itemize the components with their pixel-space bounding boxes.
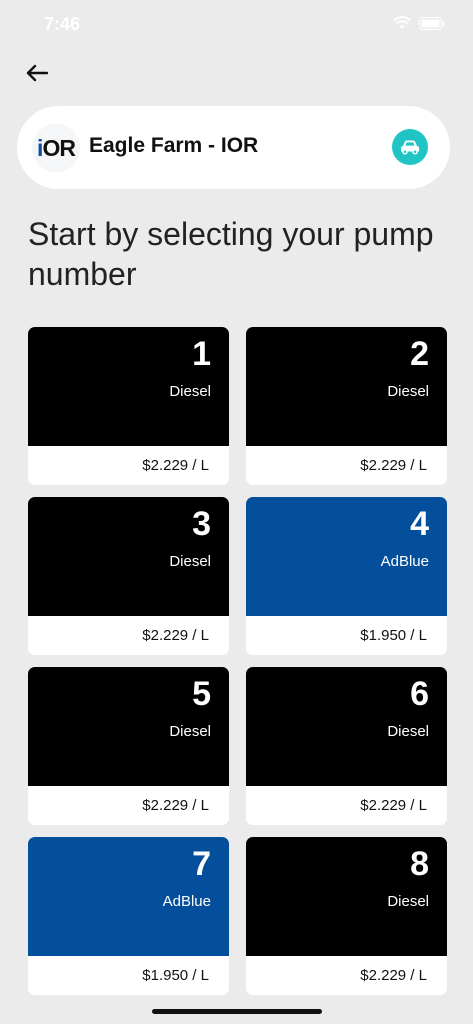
pump-number: 5 — [192, 675, 211, 713]
pump-fuel-type: Diesel — [169, 723, 211, 740]
pump-fuel-type: Diesel — [387, 723, 429, 740]
pump-tile-6[interactable]: 6 Diesel $2.229 / L — [246, 667, 447, 825]
battery-icon — [419, 16, 445, 30]
pump-tile-7[interactable]: 7 AdBlue $1.950 / L — [28, 837, 229, 995]
status-bar: 7:46 — [0, 0, 473, 50]
pump-number: 1 — [192, 335, 211, 373]
pump-header: 3 Diesel — [28, 497, 229, 616]
pump-price: $2.229 / L — [360, 967, 427, 984]
pump-tile-1[interactable]: 1 Diesel $2.229 / L — [28, 327, 229, 485]
pump-footer: $1.950 / L — [246, 616, 447, 655]
pump-price: $2.229 / L — [142, 797, 209, 814]
pump-tile-2[interactable]: 2 Diesel $2.229 / L — [246, 327, 447, 485]
pump-fuel-type: Diesel — [169, 383, 211, 400]
pump-tile-8[interactable]: 8 Diesel $2.229 / L — [246, 837, 447, 995]
pump-price: $1.950 / L — [360, 627, 427, 644]
pump-fuel-type: Diesel — [387, 383, 429, 400]
pump-footer: $2.229 / L — [246, 956, 447, 995]
pump-tile-3[interactable]: 3 Diesel $2.229 / L — [28, 497, 229, 655]
pump-footer: $2.229 / L — [246, 446, 447, 485]
station-name: Eagle Farm - IOR — [89, 134, 259, 157]
pump-fuel-type: Diesel — [169, 553, 211, 570]
pump-fuel-type: AdBlue — [162, 893, 211, 910]
pump-header: 4 AdBlue — [246, 497, 447, 616]
pump-footer: $2.229 / L — [28, 446, 229, 485]
pump-footer: $2.229 / L — [246, 786, 447, 825]
page-heading: Start by selecting your pump number — [28, 216, 434, 292]
pump-tile-4[interactable]: 4 AdBlue $1.950 / L — [246, 497, 447, 655]
pump-number: 4 — [410, 505, 429, 543]
pump-footer: $2.229 / L — [28, 786, 229, 825]
pump-header: 1 Diesel — [28, 327, 229, 446]
pump-price: $1.950 / L — [142, 967, 209, 984]
pump-fuel-type: AdBlue — [380, 553, 429, 570]
pump-price: $2.229 / L — [142, 457, 209, 474]
pump-number: 2 — [410, 335, 429, 373]
arrow-left-icon — [26, 64, 48, 82]
status-time: 7:46 — [44, 14, 81, 34]
pump-price: $2.229 / L — [360, 797, 427, 814]
station-card[interactable]: i OR Eagle Farm - IOR — [17, 106, 450, 189]
vehicle-button[interactable] — [392, 129, 428, 165]
pump-footer: $1.950 / L — [28, 956, 229, 995]
pump-header: 5 Diesel — [28, 667, 229, 786]
pump-header: 8 Diesel — [246, 837, 447, 956]
pump-number: 7 — [192, 845, 211, 883]
pump-tile-5[interactable]: 5 Diesel $2.229 / L — [28, 667, 229, 825]
status-icons — [393, 16, 445, 30]
pump-number: 6 — [410, 675, 429, 713]
car-icon — [401, 140, 419, 155]
pump-number: 3 — [192, 505, 211, 543]
pump-grid: 1 Diesel $2.229 / L 2 Diesel $2.229 / L 3 Diese… — [28, 327, 447, 995]
pump-header: 2 Diesel — [246, 327, 447, 446]
pump-footer: $2.229 / L — [28, 616, 229, 655]
logo-letters-or: OR — [42, 134, 75, 161]
wifi-icon — [393, 16, 411, 29]
station-logo: i OR — [32, 124, 80, 172]
pump-price: $2.229 / L — [360, 457, 427, 474]
pump-header: 6 Diesel — [246, 667, 447, 786]
pump-price: $2.229 / L — [142, 627, 209, 644]
pump-header: 7 AdBlue — [28, 837, 229, 956]
pump-number: 8 — [410, 845, 429, 883]
pump-fuel-type: Diesel — [387, 893, 429, 910]
back-button[interactable] — [22, 58, 52, 88]
home-indicator — [152, 1009, 322, 1014]
